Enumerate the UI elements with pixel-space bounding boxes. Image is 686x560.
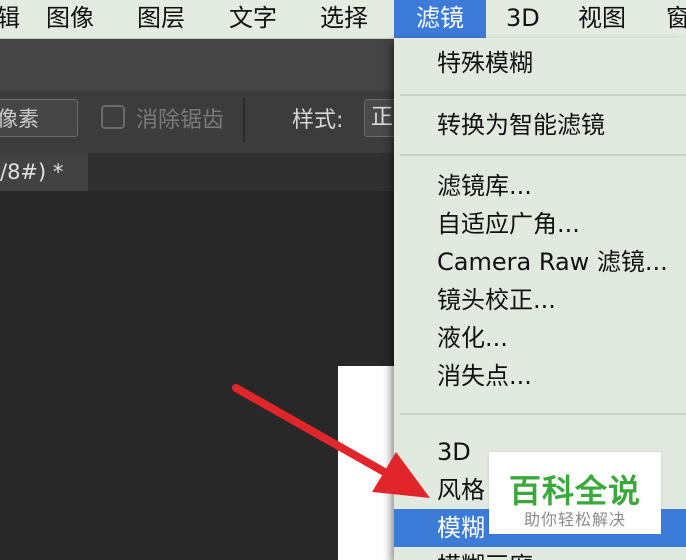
document-tab[interactable]: /8#) * — [0, 153, 88, 191]
menu-item-liquify[interactable]: 液化... — [394, 319, 686, 357]
watermark-badge: 百科全说 助你轻松解决 — [489, 452, 661, 534]
document-canvas[interactable] — [338, 366, 400, 560]
options-divider — [243, 98, 245, 142]
menu-item-special-blur[interactable]: 特殊模糊 — [394, 44, 686, 82]
menu-item-camera-raw[interactable]: Camera Raw 滤镜... — [394, 243, 686, 281]
menu-item-blur-gallery[interactable]: 模糊画廊 — [394, 547, 686, 560]
menu-item-lens-correction[interactable]: 镜头校正... — [394, 281, 686, 319]
menu-window[interactable]: 窗 — [666, 0, 686, 38]
menu-bar: 辑 图像 图层 文字 选择 滤镜 3D 视图 窗 — [0, 0, 686, 39]
pixels-field[interactable]: 像素 — [0, 99, 78, 137]
menu-item-adaptive-wide-angle[interactable]: 自适应广角... — [394, 205, 686, 243]
menu-item-vanishing-point[interactable]: 消失点... — [394, 357, 686, 395]
menu-layer[interactable]: 图层 — [137, 0, 197, 38]
menu-item-convert-smart-filter[interactable]: 转换为智能滤镜 — [394, 106, 686, 144]
menu-image[interactable]: 图像 — [46, 0, 106, 38]
watermark-subtitle: 助你轻松解决 — [523, 510, 626, 529]
menu-edit[interactable]: 辑 — [0, 0, 26, 38]
menu-separator — [400, 94, 686, 96]
menu-separator — [400, 154, 686, 156]
menu-type[interactable]: 文字 — [229, 0, 289, 38]
menu-3d[interactable]: 3D — [506, 0, 546, 38]
window-title-bar — [0, 39, 400, 91]
menu-select[interactable]: 选择 — [320, 0, 380, 38]
menu-separator — [400, 413, 686, 415]
menu-item-filter-gallery[interactable]: 滤镜库... — [394, 167, 686, 205]
antialias-label: 消除锯齿 — [136, 108, 225, 133]
style-label: 样式: — [292, 108, 344, 133]
antialias-checkbox[interactable] — [101, 105, 125, 129]
menu-filter[interactable]: 滤镜 — [394, 0, 486, 38]
menu-view[interactable]: 视图 — [578, 0, 638, 38]
